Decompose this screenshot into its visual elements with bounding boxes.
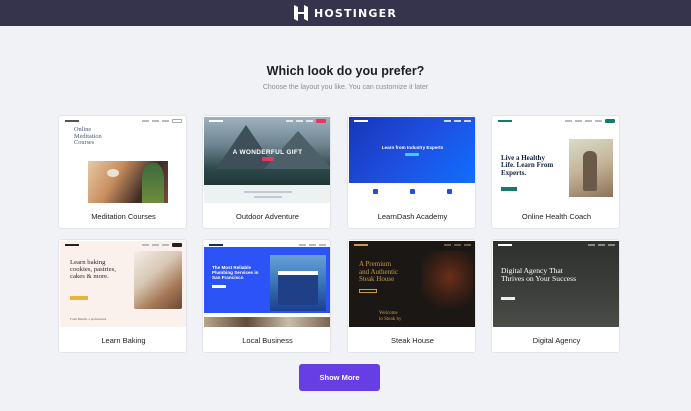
preview-title: Online Meditation Courses: [74, 126, 102, 147]
template-card-outdoor-adventure[interactable]: A WONDERFUL GIFT Outdoor Adventure: [202, 115, 331, 229]
preview-nav: [349, 241, 475, 249]
preview-nav: [60, 117, 186, 125]
template-card-online-health-coach[interactable]: Live a Healthy Life. Learn From Experts.…: [491, 115, 620, 229]
template-label: Steak House: [391, 336, 434, 345]
template-preview: Learn baking cookies, pastries, cakes & …: [60, 241, 186, 327]
preview-title: The Most Reliable Plumbing Services in S…: [212, 265, 259, 281]
template-preview: The Most Reliable Plumbing Services in S…: [204, 241, 330, 327]
preview-nav: [493, 117, 619, 125]
preview-title: Live a Healthy Life. Learn From Experts.: [501, 154, 554, 177]
template-card-steak-house[interactable]: A Premium and Authentic Steak House Welc…: [347, 239, 476, 353]
hostinger-logo[interactable]: HOSTINGER: [293, 5, 398, 21]
preview-title: A Premium and Authentic Steak House: [359, 260, 399, 284]
preview-photo: [421, 251, 473, 309]
template-label: Meditation Courses: [91, 212, 156, 221]
preview-nav: [493, 241, 619, 249]
preview-nav: [60, 241, 186, 249]
top-bar: HOSTINGER: [0, 0, 691, 26]
hostinger-logo-icon: [293, 5, 308, 21]
template-preview: Online Meditation Courses: [60, 117, 186, 203]
template-label: LearnDash Academy: [377, 212, 448, 221]
show-more-button[interactable]: Show More: [299, 364, 380, 391]
template-label: Digital Agency: [532, 336, 581, 345]
template-card-local-business[interactable]: The Most Reliable Plumbing Services in S…: [202, 239, 331, 353]
page-subtitle: Choose the layout you like. You can cust…: [262, 84, 429, 91]
preview-nav: [204, 117, 330, 125]
template-card-meditation-courses[interactable]: Online Meditation Courses Meditation Cou…: [58, 115, 187, 229]
preview-title: Learn from Industry Experts: [381, 145, 444, 150]
template-card-learn-baking[interactable]: Learn baking cookies, pastries, cakes & …: [58, 239, 187, 353]
template-label: Learn Baking: [101, 336, 146, 345]
template-preview: Digital Agency That Thrives on Your Succ…: [493, 241, 619, 327]
brand-name: HOSTINGER: [313, 6, 398, 20]
template-preview: Learn from Industry Experts: [349, 117, 475, 203]
template-preview: Live a Healthy Life. Learn From Experts.: [493, 117, 619, 203]
template-card-digital-agency[interactable]: Digital Agency That Thrives on Your Succ…: [491, 239, 620, 353]
template-label: Online Health Coach: [521, 212, 592, 221]
preview-nav: [349, 117, 475, 125]
template-card-learndash-academy[interactable]: Learn from Industry Experts LearnDash Ac…: [347, 115, 476, 229]
preview-title: A WONDERFUL GIFT: [232, 149, 303, 156]
template-label: Local Business: [242, 336, 293, 345]
template-preview: A WONDERFUL GIFT: [204, 117, 330, 203]
template-preview: A Premium and Authentic Steak House Welc…: [349, 241, 475, 327]
preview-title: Digital Agency That Thrives on Your Succ…: [501, 266, 577, 284]
preview-title: Learn baking cookies, pastries, cakes & …: [70, 259, 116, 281]
page-title: Which look do you prefer?: [266, 64, 425, 78]
template-label: Outdoor Adventure: [236, 212, 299, 221]
preview-photo: [134, 251, 182, 309]
